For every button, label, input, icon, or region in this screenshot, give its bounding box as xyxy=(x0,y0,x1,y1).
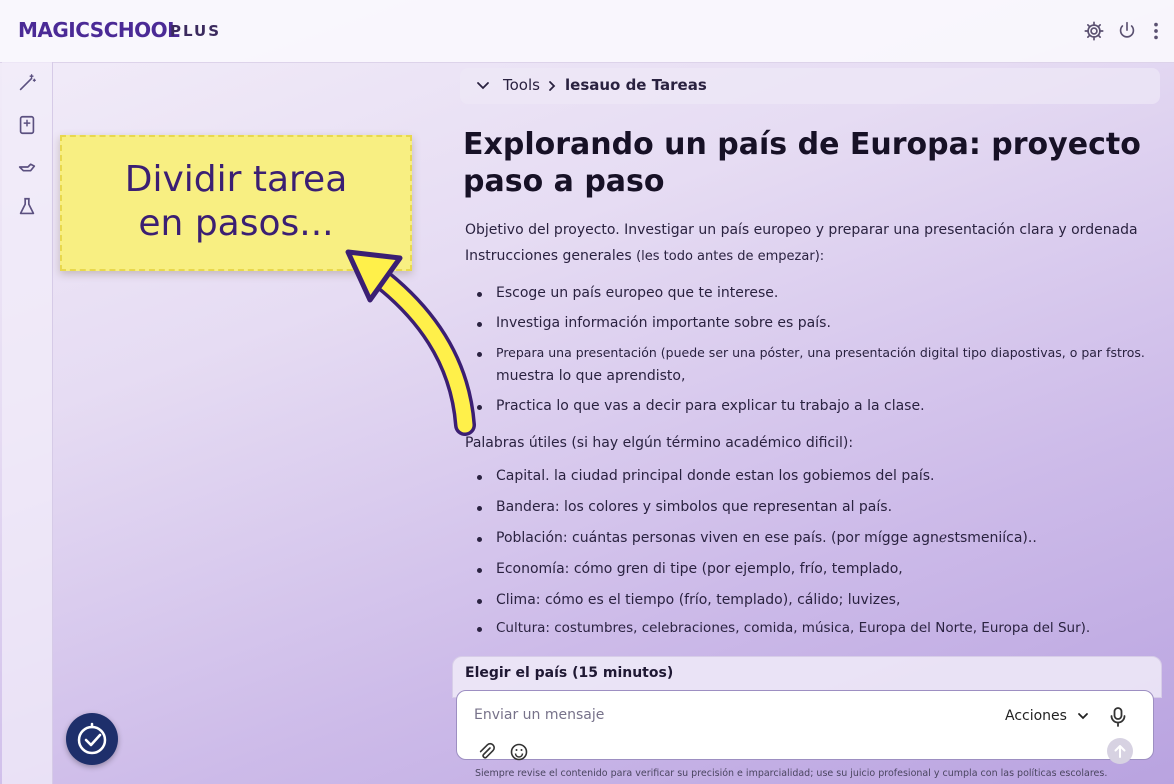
bullet xyxy=(477,599,482,604)
instructions-heading-label: Instrucciones generales xyxy=(465,248,632,264)
more-vertical-icon[interactable] xyxy=(1147,20,1165,42)
words-heading: Palabras útiles (si hay elgún término ac… xyxy=(465,435,854,451)
message-input[interactable] xyxy=(472,702,976,728)
bullet xyxy=(477,627,482,632)
flask-icon[interactable] xyxy=(16,196,38,218)
assistant-button[interactable] xyxy=(66,713,118,765)
list-item: Investiga información importante sobre e… xyxy=(496,315,831,331)
chevron-down-icon xyxy=(1078,713,1089,720)
document-title: Explorando un país de Europa: proyecto p… xyxy=(463,126,1163,200)
sidebar xyxy=(2,62,53,784)
hand-icon[interactable] xyxy=(16,156,38,178)
list-item: Clima: cómo es el tiempo (frío, templado… xyxy=(496,592,901,608)
bullet xyxy=(477,568,482,573)
breadcrumb-tools-link[interactable]: Tools xyxy=(503,76,540,94)
chevron-down-icon[interactable] xyxy=(476,79,490,93)
top-bar: MAGICSCHOOL PLUS xyxy=(0,0,1174,63)
disclaimer-text: Siempre revise el contenido para verific… xyxy=(475,768,1108,779)
bullet xyxy=(477,292,482,297)
list-item: Capital. la ciudad principal donde estan… xyxy=(496,468,935,484)
checklist-clock-icon xyxy=(77,722,107,755)
chevron-right-icon xyxy=(549,81,556,91)
magic-wand-icon[interactable] xyxy=(16,72,38,94)
list-item: Economía: cómo gren di tipe (por ejemplo… xyxy=(496,561,903,577)
logo[interactable]: MAGICSCHOOL xyxy=(18,18,180,42)
bullet xyxy=(477,322,482,327)
document-icon[interactable] xyxy=(16,114,38,136)
logo-plus-badge: PLUS xyxy=(170,22,222,40)
list-item: Practica lo que vas a decir para explica… xyxy=(496,398,925,414)
document-title-line-2: paso a paso xyxy=(463,164,665,199)
power-icon[interactable] xyxy=(1116,20,1138,42)
list-item: Bandera: los colores y simbolos que repr… xyxy=(496,499,893,515)
list-item: Escoge un país europeo que te interese. xyxy=(496,285,779,301)
list-item-continuation: muestra lo que aprendisto, xyxy=(496,368,686,384)
list-item: Cultura: costumbres, celebraciones, comi… xyxy=(496,620,1091,636)
bullet xyxy=(477,352,482,357)
actions-dropdown-label: Acciones xyxy=(1005,708,1067,724)
paperclip-icon[interactable] xyxy=(476,742,496,762)
step-label: Elegir el país (15 minutos) xyxy=(465,665,674,681)
document-title-line-1: Explorando un país de Europa: proyecto xyxy=(463,127,1141,162)
bullet xyxy=(477,405,482,410)
instructions-heading-note: (les todo antes de empezar): xyxy=(636,249,825,264)
list-item: Prepara una presentación (puede ser una … xyxy=(496,345,1145,360)
microphone-icon[interactable] xyxy=(1108,706,1128,728)
arrow-up-icon xyxy=(1114,745,1126,758)
objective-text: Objetivo del proyecto. Investigar un paí… xyxy=(465,222,1138,238)
send-button[interactable] xyxy=(1107,738,1133,764)
breadcrumb: Tools lesauo de Tareas xyxy=(460,68,1160,104)
bullet xyxy=(477,537,482,542)
callout-line-1: Dividir tarea xyxy=(124,159,348,200)
bullet xyxy=(477,475,482,480)
gear-icon[interactable] xyxy=(1083,20,1105,42)
actions-dropdown[interactable]: Acciones xyxy=(1005,708,1089,724)
emoji-icon[interactable] xyxy=(509,742,529,762)
breadcrumb-current: lesauo de Tareas xyxy=(565,76,707,94)
instructions-heading: Instrucciones generales (les todo antes … xyxy=(465,248,824,264)
list-item: Población: cuántas personas viven en ese… xyxy=(496,530,1037,546)
bullet xyxy=(477,506,482,511)
